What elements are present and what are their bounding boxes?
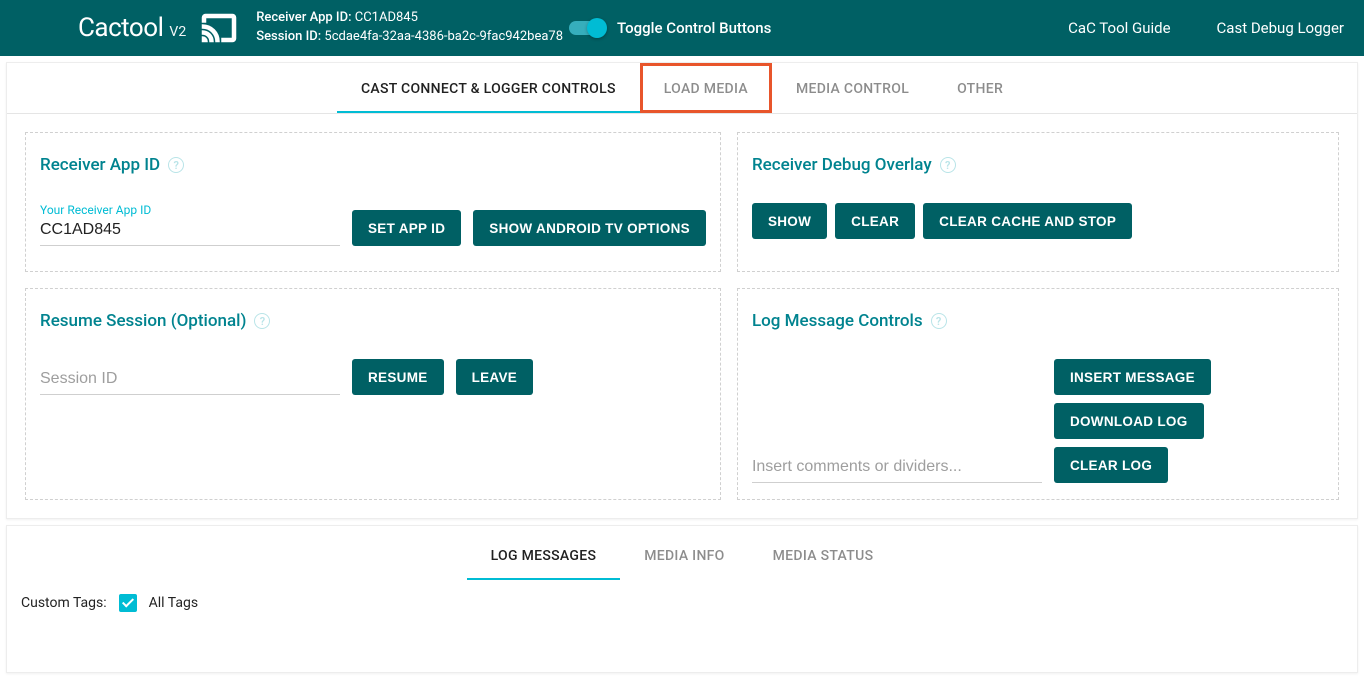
toggle-control-buttons: Toggle Control Buttons bbox=[569, 18, 771, 38]
tab-cast-connect[interactable]: CAST CONNECT & LOGGER CONTROLS bbox=[337, 63, 640, 113]
header-links: CaC Tool Guide Cast Debug Logger bbox=[1068, 19, 1344, 37]
brand: Cactool V2 bbox=[78, 13, 186, 43]
tab-log-messages[interactable]: LOG MESSAGES bbox=[467, 530, 621, 580]
main-tabbar: CAST CONNECT & LOGGER CONTROLS LOAD MEDI… bbox=[7, 63, 1357, 114]
leave-button[interactable]: LEAVE bbox=[456, 359, 534, 395]
help-icon[interactable]: ? bbox=[168, 157, 184, 173]
clear-button[interactable]: CLEAR bbox=[835, 203, 915, 239]
receiver-id-value: CC1AD845 bbox=[355, 10, 418, 25]
resume-button[interactable]: RESUME bbox=[352, 359, 444, 395]
panel-row: Your Receiver App ID SET APP ID SHOW AND… bbox=[40, 203, 706, 246]
button-group: INSERT MESSAGE DOWNLOAD LOG CLEAR LOG bbox=[1054, 359, 1324, 483]
clear-log-button[interactable]: CLEAR LOG bbox=[1054, 447, 1168, 483]
app-header: Cactool V2 Receiver App ID: CC1AD845 Ses… bbox=[0, 0, 1364, 56]
cast-debug-logger-link[interactable]: Cast Debug Logger bbox=[1217, 19, 1344, 37]
toggle-switch[interactable] bbox=[569, 18, 605, 38]
panel-title: Receiver Debug Overlay ? bbox=[752, 155, 1324, 175]
receiver-id-row: Receiver App ID: CC1AD845 bbox=[256, 9, 563, 28]
session-id-label: Session ID: bbox=[256, 29, 321, 44]
panel-title: Receiver App ID ? bbox=[40, 155, 706, 175]
tab-media-status[interactable]: MEDIA STATUS bbox=[749, 530, 898, 580]
header-ids: Receiver App ID: CC1AD845 Session ID: 5c… bbox=[256, 9, 563, 47]
all-tags-label: All Tags bbox=[149, 595, 198, 611]
field-label: Your Receiver App ID bbox=[40, 203, 340, 217]
set-app-id-button[interactable]: SET APP ID bbox=[352, 210, 461, 246]
panel-log-controls: Log Message Controls ? INSERT MESSAGE DO… bbox=[737, 288, 1339, 500]
clear-cache-stop-button[interactable]: CLEAR CACHE AND STOP bbox=[923, 203, 1132, 239]
panel-title-text: Receiver App ID bbox=[40, 155, 160, 175]
insert-message-button[interactable]: INSERT MESSAGE bbox=[1054, 359, 1211, 395]
receiver-app-id-input[interactable] bbox=[40, 219, 340, 241]
button-group: SHOW CLEAR CLEAR CACHE AND STOP bbox=[752, 203, 1324, 239]
cac-tool-guide-link[interactable]: CaC Tool Guide bbox=[1068, 19, 1170, 37]
tab-other[interactable]: OTHER bbox=[933, 63, 1027, 113]
session-id-row: Session ID: 5cdae4fa-32aa-4386-ba2c-9fac… bbox=[256, 28, 563, 47]
main-surface: CAST CONNECT & LOGGER CONTROLS LOAD MEDI… bbox=[6, 62, 1358, 519]
brand-name: Cactool bbox=[78, 13, 163, 43]
panel-title-text: Resume Session (Optional) bbox=[40, 311, 246, 331]
session-id-field bbox=[40, 368, 340, 395]
panels-grid: Receiver App ID ? Your Receiver App ID S… bbox=[7, 114, 1357, 518]
cast-icon bbox=[196, 10, 242, 46]
panel-title: Log Message Controls ? bbox=[752, 311, 1324, 331]
panel-title: Resume Session (Optional) ? bbox=[40, 311, 706, 331]
toggle-label: Toggle Control Buttons bbox=[617, 19, 771, 37]
comment-field bbox=[752, 456, 1042, 483]
lower-surface: LOG MESSAGES MEDIA INFO MEDIA STATUS Cus… bbox=[6, 525, 1358, 673]
help-icon[interactable]: ? bbox=[940, 157, 956, 173]
download-log-button[interactable]: DOWNLOAD LOG bbox=[1054, 403, 1204, 439]
panel-row: INSERT MESSAGE DOWNLOAD LOG CLEAR LOG bbox=[752, 359, 1324, 483]
session-id-value: 5cdae4fa-32aa-4386-ba2c-9fac942bea78 bbox=[324, 29, 563, 44]
tab-load-media[interactable]: LOAD MEDIA bbox=[640, 63, 772, 113]
custom-tags-label: Custom Tags: bbox=[21, 595, 107, 611]
panel-title-text: Receiver Debug Overlay bbox=[752, 155, 932, 175]
panel-row: RESUME LEAVE bbox=[40, 359, 706, 395]
lower-tabbar: LOG MESSAGES MEDIA INFO MEDIA STATUS bbox=[7, 526, 1357, 580]
all-tags-checkbox[interactable] bbox=[119, 594, 137, 612]
receiver-id-label: Receiver App ID: bbox=[256, 10, 351, 25]
session-id-input[interactable] bbox=[40, 368, 340, 390]
panel-title-text: Log Message Controls bbox=[752, 311, 923, 331]
tab-media-control[interactable]: MEDIA CONTROL bbox=[772, 63, 933, 113]
brand-version: V2 bbox=[169, 24, 186, 40]
help-icon[interactable]: ? bbox=[254, 313, 270, 329]
custom-tags-row: Custom Tags: All Tags bbox=[7, 580, 1357, 672]
show-android-tv-options-button[interactable]: SHOW ANDROID TV OPTIONS bbox=[473, 210, 706, 246]
panel-debug-overlay: Receiver Debug Overlay ? SHOW CLEAR CLEA… bbox=[737, 132, 1339, 272]
help-icon[interactable]: ? bbox=[931, 313, 947, 329]
comment-input[interactable] bbox=[752, 456, 1042, 478]
receiver-app-id-field: Your Receiver App ID bbox=[40, 203, 340, 246]
panel-resume-session: Resume Session (Optional) ? RESUME LEAVE bbox=[25, 288, 721, 500]
panel-receiver-app-id: Receiver App ID ? Your Receiver App ID S… bbox=[25, 132, 721, 272]
tab-media-info[interactable]: MEDIA INFO bbox=[620, 530, 748, 580]
show-button[interactable]: SHOW bbox=[752, 203, 827, 239]
